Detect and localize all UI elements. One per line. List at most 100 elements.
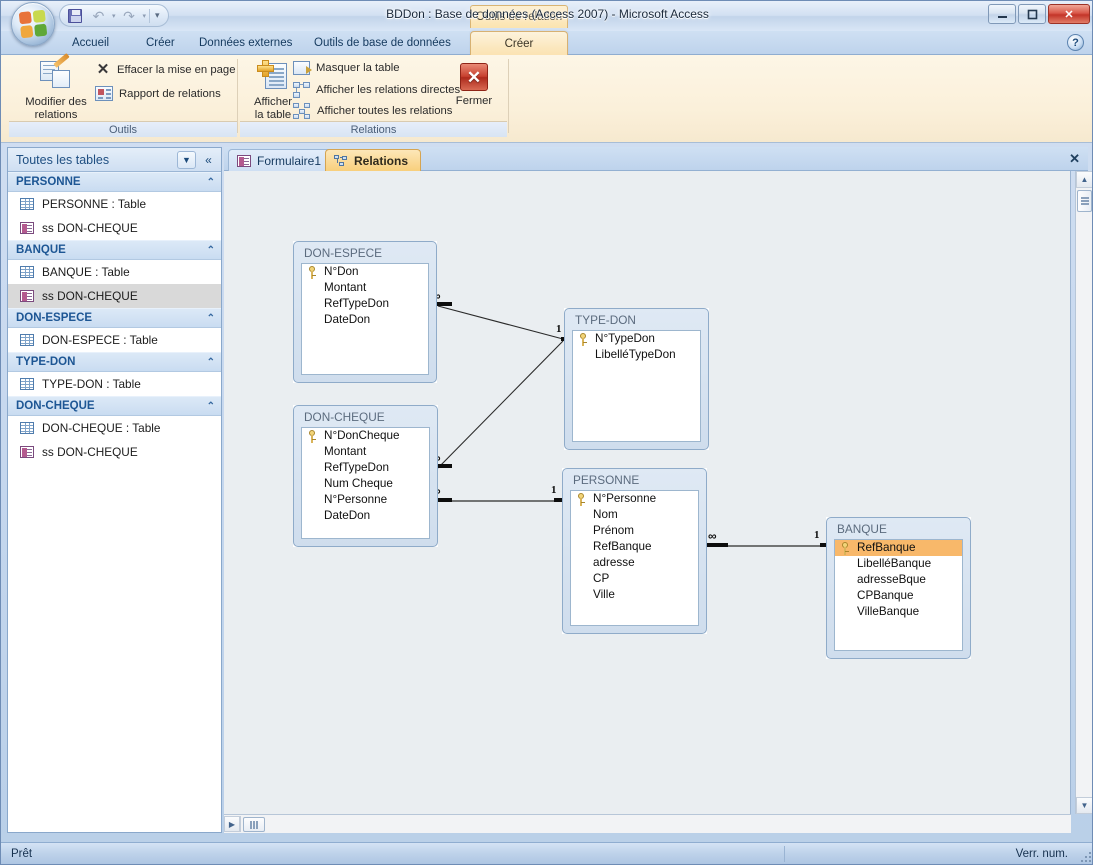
ribbon-tab-creer-contextual[interactable]: Créer (470, 31, 568, 55)
vertical-scrollbar[interactable]: ▲ ▼ (1075, 171, 1092, 814)
undo-icon: ↶ (92, 7, 105, 24)
relations-canvas[interactable]: ∞ 1 ∞ ∞ 1 ∞ 1 DON-ESPECE N°Don Montant R… (224, 171, 1071, 814)
field-row[interactable]: RefBanque (571, 539, 698, 555)
scroll-up-button[interactable]: ▲ (1076, 171, 1092, 188)
status-divider (784, 846, 785, 862)
field-row[interactable]: Prénom (571, 523, 698, 539)
navgroup-don-espece[interactable]: DON-ESPECE ⌃ (8, 308, 221, 328)
field-row[interactable]: Ville (571, 587, 698, 603)
field-row[interactable]: DateDon (302, 312, 428, 328)
table-box-don-espece[interactable]: DON-ESPECE N°Don Montant RefTypeDon Date… (293, 241, 437, 383)
nav-item-label: DON-CHEQUE : Table (42, 421, 161, 435)
chevron-up-icon[interactable]: ⌃ (207, 401, 215, 412)
table-icon (20, 378, 34, 390)
ribbon-group-relations: Afficher la table Masquer la table Affic… (240, 57, 507, 137)
nav-item-ss-don-cheque-1[interactable]: ss DON-CHEQUE (8, 216, 221, 240)
field-row[interactable]: CP (571, 571, 698, 587)
navpane-collapse-icon[interactable]: « (199, 151, 218, 169)
chevron-up-icon[interactable]: ⌃ (207, 357, 215, 368)
vertical-scroll-thumb[interactable] (1077, 190, 1092, 212)
nav-item-type-don-table[interactable]: TYPE-DON : Table (8, 372, 221, 396)
effacer-mise-en-page-button[interactable]: ✕ Effacer la mise en page (95, 62, 236, 78)
office-button[interactable] (11, 2, 55, 46)
masquer-table-button[interactable]: Masquer la table (293, 61, 400, 75)
qat-redo-button[interactable]: ↷ (119, 6, 140, 25)
customize-qat-icon[interactable]: ▾ (153, 10, 162, 21)
nav-item-personne-table[interactable]: PERSONNE : Table (8, 192, 221, 216)
scroll-right-button[interactable]: ▶ (224, 816, 240, 832)
field-row[interactable]: N°Don (302, 264, 428, 280)
ribbon-tab-accueil[interactable]: Accueil (59, 31, 122, 55)
field-row[interactable]: RefTypeDon (302, 460, 429, 476)
close-button[interactable]: ✕ (1048, 4, 1090, 24)
chevron-up-icon[interactable]: ⌃ (207, 177, 215, 188)
nav-item-don-cheque-table[interactable]: DON-CHEQUE : Table (8, 416, 221, 440)
resize-grip-icon[interactable] (1079, 850, 1091, 862)
field-row[interactable]: CPBanque (835, 588, 962, 604)
field-row[interactable]: N°Personne (571, 491, 698, 507)
field-row[interactable]: LibelléTypeDon (573, 347, 700, 363)
ribbon-tab-outils-bdd[interactable]: Outils de base de données (301, 31, 464, 55)
nav-item-ss-don-cheque-2[interactable]: ss DON-CHEQUE (8, 284, 221, 308)
field-row[interactable]: Num Cheque (302, 476, 429, 492)
field-row[interactable]: LibelléBanque (835, 556, 962, 572)
fermer-button[interactable]: ✕ Fermer (445, 63, 503, 108)
field-row[interactable]: N°Personne (302, 492, 429, 508)
field-row[interactable]: Montant (302, 444, 429, 460)
ribbon-group-divider-2 (508, 59, 509, 133)
field-label: CP (593, 572, 610, 585)
toutes-relations-button[interactable]: Afficher toutes les relations (293, 103, 452, 119)
maximize-button[interactable] (1018, 4, 1046, 24)
scroll-down-button[interactable]: ▼ (1076, 797, 1092, 814)
rapport-relations-button[interactable]: Rapport de relations (95, 86, 221, 101)
nav-item-banque-table[interactable]: BANQUE : Table (8, 260, 221, 284)
field-row[interactable]: N°TypeDon (573, 331, 700, 347)
field-row[interactable]: adresseBque (835, 572, 962, 588)
minimize-button[interactable] (988, 4, 1016, 24)
field-row-selected[interactable]: RefBanque (835, 540, 962, 556)
field-row[interactable]: adresse (571, 555, 698, 571)
qat-save-button[interactable] (64, 6, 85, 25)
navgroup-title: DON-ESPECE (16, 312, 93, 324)
table-box-don-cheque[interactable]: DON-CHEQUE N°DonCheque Montant RefTypeDo… (293, 405, 438, 547)
navgroup-type-don[interactable]: TYPE-DON ⌃ (8, 352, 221, 372)
qat-undo-button[interactable]: ↶ (88, 6, 109, 25)
table-box-personne[interactable]: PERSONNE N°Personne Nom Prénom RefBanque… (562, 468, 707, 634)
field-row[interactable]: Montant (302, 280, 428, 296)
navgroup-don-cheque[interactable]: DON-CHEQUE ⌃ (8, 396, 221, 416)
close-document-icon[interactable]: ✕ (1069, 151, 1080, 167)
field-row[interactable]: RefTypeDon (302, 296, 428, 312)
table-box-banque[interactable]: BANQUE RefBanque LibelléBanque adresseBq… (826, 517, 971, 659)
horizontal-scrollbar[interactable]: ◀ ▶ (224, 814, 1071, 833)
navgroup-banque[interactable]: BANQUE ⌃ (8, 240, 221, 260)
doc-tab-formulaire1[interactable]: Formulaire1 (228, 149, 335, 171)
nav-item-ss-don-cheque-3[interactable]: ss DON-CHEQUE (8, 440, 221, 464)
field-label: RefTypeDon (324, 461, 389, 474)
field-row[interactable]: N°DonCheque (302, 428, 429, 444)
field-row[interactable]: Nom (571, 507, 698, 523)
ribbon-tab-creer[interactable]: Créer (133, 31, 188, 55)
ribbon-tab-donnees-externes[interactable]: Données externes (186, 31, 305, 55)
field-label: Num Cheque (324, 477, 393, 490)
undo-dropdown-icon[interactable]: ▾ (112, 12, 116, 20)
redo-dropdown-icon[interactable]: ▾ (143, 12, 147, 20)
navgroup-personne[interactable]: PERSONNE ⌃ (8, 172, 221, 192)
table-box-fields: N°Personne Nom Prénom RefBanque adresse … (570, 490, 699, 626)
nav-item-don-espece-table[interactable]: DON-ESPECE : Table (8, 328, 221, 352)
field-row[interactable]: DateDon (302, 508, 429, 524)
relations-icon (334, 154, 348, 167)
navpane-header[interactable]: Toutes les tables ▼ « (8, 148, 221, 172)
field-row[interactable]: VilleBanque (835, 604, 962, 620)
form-icon (20, 222, 34, 234)
doc-tab-relations[interactable]: Relations (325, 149, 422, 171)
navpane-dropdown-icon[interactable]: ▼ (177, 150, 196, 169)
table-box-type-don[interactable]: TYPE-DON N°TypeDon LibelléTypeDon (564, 308, 709, 450)
help-icon[interactable]: ? (1067, 34, 1084, 51)
modifier-relations-button[interactable]: Modifier des relations (17, 53, 95, 122)
num-lock-indicator: Verr. num. (1015, 847, 1068, 860)
relations-directes-button[interactable]: Afficher les relations directes (293, 82, 460, 98)
chevron-up-icon[interactable]: ⌃ (207, 313, 215, 324)
chevron-up-icon[interactable]: ⌃ (207, 245, 215, 256)
horizontal-scroll-thumb[interactable] (243, 817, 265, 832)
access-window: ↶ ▾ ↷ ▾ ▾ Outils de relation BDDon : Bas… (0, 0, 1093, 865)
